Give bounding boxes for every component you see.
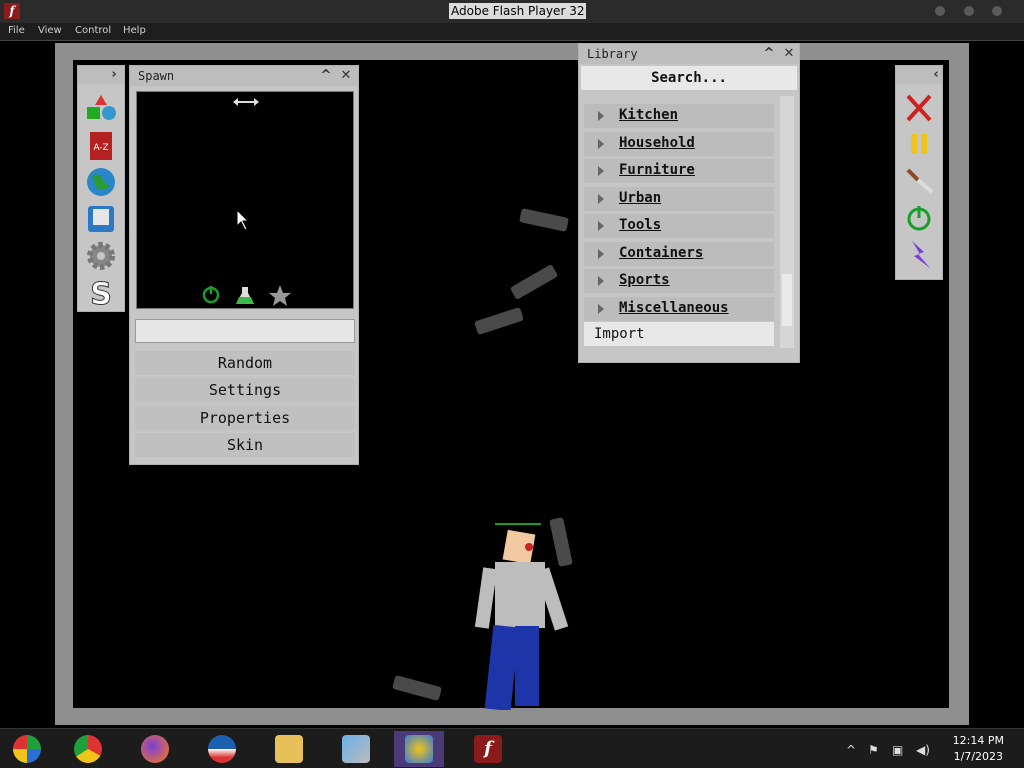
library-search-input[interactable]: Search... xyxy=(581,66,797,90)
close-icon[interactable]: ✕ xyxy=(338,68,354,84)
power-icon xyxy=(202,286,220,304)
a-z-book-icon[interactable]: A-Z xyxy=(84,130,118,162)
taskbar-app[interactable] xyxy=(63,731,113,767)
firefox-icon xyxy=(141,735,169,763)
taskbar-app[interactable] xyxy=(2,731,52,767)
menu-file[interactable]: File xyxy=(8,25,25,36)
s-logo-icon[interactable]: S xyxy=(84,276,118,313)
svg-text:A-Z: A-Z xyxy=(93,143,108,153)
collapse-icon[interactable]: ^ xyxy=(761,46,777,62)
flag-icon[interactable]: ⚑ xyxy=(868,743,879,757)
library-category[interactable]: Kitchen xyxy=(584,104,774,128)
properties-button[interactable]: Properties xyxy=(135,406,355,430)
resize-arrow-icon xyxy=(233,98,259,106)
menu-help[interactable]: Help xyxy=(123,25,146,36)
people-icon xyxy=(405,735,433,763)
windows-media-center-icon xyxy=(13,735,41,763)
network-icon[interactable]: ▣ xyxy=(892,743,903,757)
library-category[interactable]: Containers xyxy=(584,242,774,266)
lightning-icon[interactable] xyxy=(902,238,936,270)
ragdoll-character[interactable] xyxy=(474,520,575,712)
library-category[interactable]: Urban xyxy=(584,187,774,211)
expand-arrow-icon xyxy=(598,276,604,286)
star-icon xyxy=(269,285,291,306)
minimize-button[interactable] xyxy=(935,6,945,16)
left-toolbar: › A-Z S xyxy=(77,65,125,313)
flask-icon xyxy=(236,287,254,304)
skin-button[interactable]: Skin xyxy=(135,433,355,457)
show-hidden-icons-icon[interactable]: ^ xyxy=(846,743,856,757)
close-button[interactable] xyxy=(992,6,1002,16)
expand-arrow-icon xyxy=(598,111,604,121)
window-titlebar: f Adobe Flash Player 32 xyxy=(0,0,1024,23)
menu-control[interactable]: Control xyxy=(75,25,111,36)
volume-icon[interactable]: ◀) xyxy=(916,743,930,757)
spawn-panel-header: Spawn ^ ✕ xyxy=(130,66,358,86)
control-panel-icon xyxy=(342,735,370,763)
pause-icon[interactable] xyxy=(902,128,936,160)
taskbar-app[interactable] xyxy=(331,731,381,767)
expand-arrow-icon xyxy=(598,304,604,314)
chevron-right-icon[interactable]: › xyxy=(106,67,122,83)
expand-arrow-icon xyxy=(598,221,604,231)
expand-arrow-icon xyxy=(598,166,604,176)
import-button[interactable]: Import xyxy=(584,322,774,346)
maximize-button[interactable] xyxy=(964,6,974,16)
library-category[interactable]: Sports xyxy=(584,269,774,293)
svg-text:S: S xyxy=(90,277,112,308)
cursor-icon xyxy=(236,208,250,231)
library-scrollbar[interactable] xyxy=(780,96,794,348)
library-category[interactable]: Tools xyxy=(584,214,774,238)
library-category[interactable]: Furniture xyxy=(584,159,774,183)
library-panel-header: Library ^ ✕ xyxy=(579,44,799,64)
collapse-icon[interactable]: ^ xyxy=(318,68,334,84)
expand-arrow-icon xyxy=(598,139,604,149)
chrome-icon xyxy=(74,735,102,763)
save-disk-icon[interactable] xyxy=(84,203,118,235)
library-panel: Library ^ ✕ Search... Kitchen Household … xyxy=(578,43,800,363)
taskbar-app[interactable] xyxy=(197,731,247,767)
clock-time: 12:14 PM xyxy=(952,734,1004,747)
flash-app-icon: f xyxy=(4,3,20,19)
spawn-preview[interactable] xyxy=(136,91,354,309)
library-panel-title: Library xyxy=(587,47,638,61)
file-explorer-icon xyxy=(275,735,303,763)
knife-icon[interactable] xyxy=(902,164,936,196)
random-button[interactable]: Random xyxy=(135,351,355,375)
globe-icon[interactable] xyxy=(84,166,118,198)
scrollbar-thumb[interactable] xyxy=(782,274,792,326)
power-icon[interactable] xyxy=(902,202,936,234)
spawn-text-input[interactable] xyxy=(135,319,355,343)
chevron-left-icon[interactable]: ‹ xyxy=(928,67,944,83)
taskbar-app[interactable]: f xyxy=(463,731,513,767)
menu-view[interactable]: View xyxy=(38,25,62,36)
library-category[interactable]: Household xyxy=(584,132,774,156)
taskbar-app[interactable] xyxy=(130,731,180,767)
window-title: Adobe Flash Player 32 xyxy=(449,3,587,19)
menu-bar: File View Control Help xyxy=(0,23,1024,41)
expand-arrow-icon xyxy=(598,249,604,259)
library-category[interactable]: Miscellaneous xyxy=(584,297,774,321)
taskbar-app[interactable] xyxy=(394,731,444,767)
right-toolbar: ‹ xyxy=(895,65,943,280)
settings-button[interactable]: Settings xyxy=(135,378,355,402)
shapes-icon[interactable] xyxy=(84,93,118,125)
spawn-panel-title: Spawn xyxy=(138,69,175,83)
taskbar: f ^ ⚑ ▣ ◀) 12:14 PM 1/7/2023 xyxy=(0,728,1024,768)
close-icon[interactable]: ✕ xyxy=(781,46,797,62)
expand-arrow-icon xyxy=(598,194,604,204)
spawn-panel: Spawn ^ ✕ Random Settings Properties Ski… xyxy=(129,65,359,465)
close-x-icon[interactable] xyxy=(902,92,936,124)
gear-icon[interactable] xyxy=(84,240,118,272)
clock-date: 1/7/2023 xyxy=(953,750,1004,763)
system-clock[interactable]: 12:14 PM 1/7/2023 xyxy=(953,733,1004,765)
taskbar-app[interactable] xyxy=(264,731,314,767)
obama-logo-icon xyxy=(208,735,236,763)
flash-player-icon: f xyxy=(474,735,502,763)
